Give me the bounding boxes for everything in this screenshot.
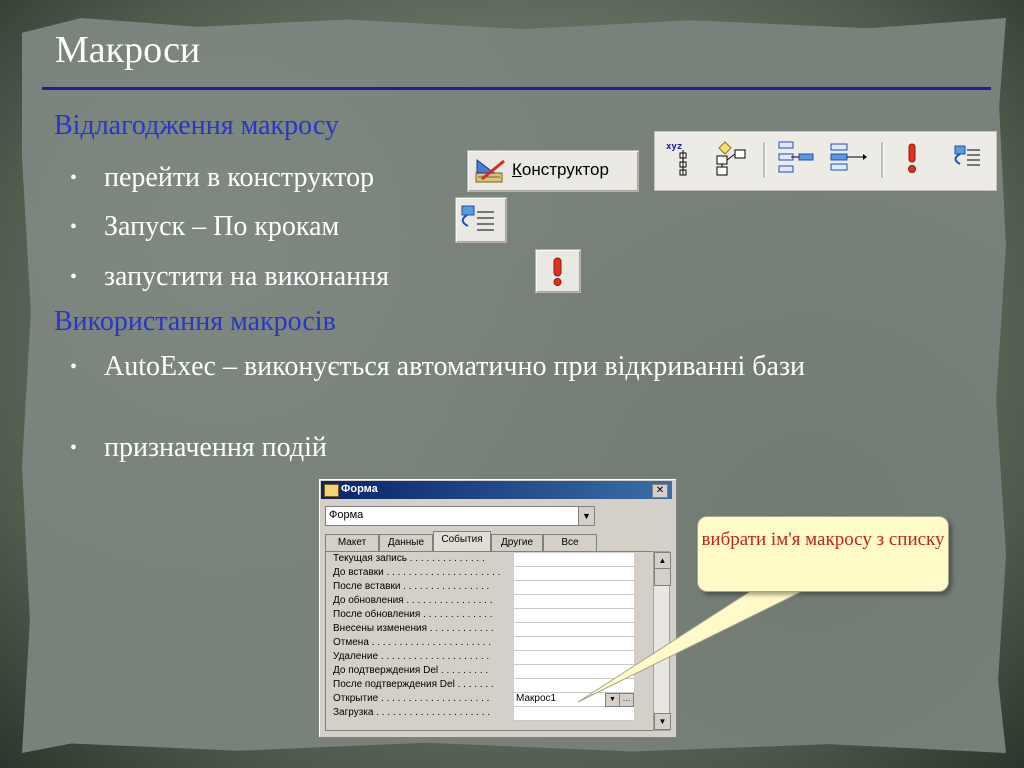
property-row: До вставки . . . . . . . . . . . . . . .… (326, 567, 654, 581)
property-value-field[interactable] (514, 637, 634, 651)
property-row: После вставки . . . . . . . . . . . . . … (326, 581, 654, 595)
property-label: Открытие . . . . . . . . . . . . . . . .… (333, 693, 490, 704)
property-sheet-window: Форма ✕ Форма ▼ Макет Данные События Дру… (318, 478, 677, 738)
tab-events[interactable]: События (433, 531, 491, 552)
close-button[interactable]: ✕ (652, 484, 668, 498)
title-divider (42, 87, 991, 90)
bullet-text: запустити на виконання (104, 261, 390, 292)
section-heading-debugging: Відлагодження макросу (54, 110, 339, 141)
insert-row-icon[interactable] (778, 141, 814, 173)
slide-title: Макроси (55, 29, 201, 71)
property-row-selected: Открытие . . . . . . . . . . . . . . . .… (326, 693, 654, 707)
design-view-button[interactable]: Конструктор (467, 150, 639, 192)
property-row: Отмена . . . . . . . . . . . . . . . . .… (326, 637, 654, 651)
run-button[interactable] (535, 249, 581, 293)
property-row: До подтверждения Del . . . . . . . . . (326, 665, 654, 679)
conditions-icon[interactable] (716, 141, 746, 176)
single-step-icon[interactable] (954, 145, 980, 166)
property-row: Внесены изменения . . . . . . . . . . . … (326, 623, 654, 637)
property-label: Отмена . . . . . . . . . . . . . . . . .… (333, 637, 492, 648)
window-title: Форма (341, 483, 378, 495)
svg-text:xyz: xyz (666, 142, 682, 152)
property-row: После подтверждения Del . . . . . . . (326, 679, 654, 693)
single-step-button[interactable] (455, 197, 507, 243)
property-row: До обновления . . . . . . . . . . . . . … (326, 595, 654, 609)
object-selector[interactable]: Форма ▼ (325, 506, 595, 526)
property-tabs: Макет Данные События Другие Все (325, 531, 665, 552)
vertical-scrollbar[interactable]: ▲ ▼ (653, 551, 671, 731)
run-icon (553, 257, 562, 286)
builder-button[interactable]: … (619, 693, 634, 707)
bullet-marker: • (70, 167, 78, 189)
macro-names-icon[interactable]: xyz (666, 142, 687, 176)
design-view-icon (475, 158, 505, 183)
delete-row-icon[interactable] (830, 143, 867, 171)
property-value-field[interactable] (514, 581, 634, 595)
tab-data[interactable]: Данные (379, 534, 433, 551)
property-label: Внесены изменения . . . . . . . . . . . … (333, 623, 494, 634)
property-value-field[interactable] (514, 567, 634, 581)
property-value-field[interactable] (514, 553, 634, 567)
bullet-text: перейти в конструктор (104, 162, 375, 193)
scroll-down-icon[interactable]: ▼ (654, 713, 671, 730)
property-label: До подтверждения Del . . . . . . . . . (333, 665, 489, 676)
form-icon (324, 484, 339, 497)
callout-bubble: вибрати ім'я макросу з списку (697, 516, 949, 592)
property-value-field[interactable] (514, 665, 634, 679)
property-label: До вставки . . . . . . . . . . . . . . .… (333, 567, 501, 578)
property-value-field[interactable]: Макрос1 ▼… (514, 693, 634, 707)
property-label: После вставки . . . . . . . . . . . . . … (333, 581, 490, 592)
run-icon[interactable] (908, 143, 916, 173)
design-view-label-mnemonic: К (512, 160, 522, 179)
bullet-text: AutoExec – виконується автоматично при в… (104, 351, 806, 382)
property-row: После обновления . . . . . . . . . . . .… (326, 609, 654, 623)
macro-toolbar-graphics: xyz (666, 141, 980, 178)
property-value-field[interactable] (514, 595, 634, 609)
bullet-marker: • (70, 437, 78, 459)
property-value: Макрос1 (516, 693, 557, 704)
bullet-marker: • (70, 216, 78, 238)
tab-all[interactable]: Все (543, 534, 597, 551)
property-row: Загрузка . . . . . . . . . . . . . . . .… (326, 707, 654, 721)
bullet-marker: • (70, 266, 78, 288)
scrollbar-thumb[interactable] (654, 568, 671, 586)
single-step-icon (461, 205, 494, 231)
property-list: Текущая запись . . . . . . . . . . . . .… (325, 551, 655, 731)
property-label: Загрузка . . . . . . . . . . . . . . . .… (333, 707, 491, 718)
property-label: Удаление . . . . . . . . . . . . . . . .… (333, 651, 490, 662)
chevron-down-icon[interactable]: ▼ (605, 693, 620, 707)
property-label: После обновления . . . . . . . . . . . .… (333, 609, 493, 620)
object-selector-value: Форма (329, 509, 364, 521)
property-row: Текущая запись . . . . . . . . . . . . .… (326, 553, 654, 567)
chevron-down-icon[interactable]: ▼ (578, 507, 594, 525)
design-view-label-rest: онструктор (521, 160, 609, 179)
property-value-field[interactable] (514, 707, 634, 721)
property-label: До обновления . . . . . . . . . . . . . … (333, 595, 493, 606)
property-value-field[interactable] (514, 623, 634, 637)
property-value-field[interactable] (514, 609, 634, 623)
property-value-field[interactable] (514, 651, 634, 665)
scroll-up-icon[interactable]: ▲ (654, 552, 671, 569)
tab-other[interactable]: Другие (491, 534, 543, 551)
macro-toolbar: xyz (654, 131, 997, 191)
window-titlebar[interactable]: Форма ✕ (321, 481, 672, 499)
design-view-label: Конструктор (512, 160, 609, 180)
property-label: После подтверждения Del . . . . . . . (333, 679, 494, 690)
bullet-marker: • (70, 356, 78, 378)
bullet-text: Запуск – По крокам (104, 211, 340, 242)
property-row: Удаление . . . . . . . . . . . . . . . .… (326, 651, 654, 665)
section-heading-usage: Використання макросів (54, 306, 336, 337)
property-label: Текущая запись . . . . . . . . . . . . .… (333, 553, 485, 564)
bullet-text: призначення подій (104, 432, 327, 463)
tab-layout[interactable]: Макет (325, 534, 379, 551)
property-value-field[interactable] (514, 679, 634, 693)
callout-text: вибрати ім'я макросу з списку (701, 529, 945, 550)
